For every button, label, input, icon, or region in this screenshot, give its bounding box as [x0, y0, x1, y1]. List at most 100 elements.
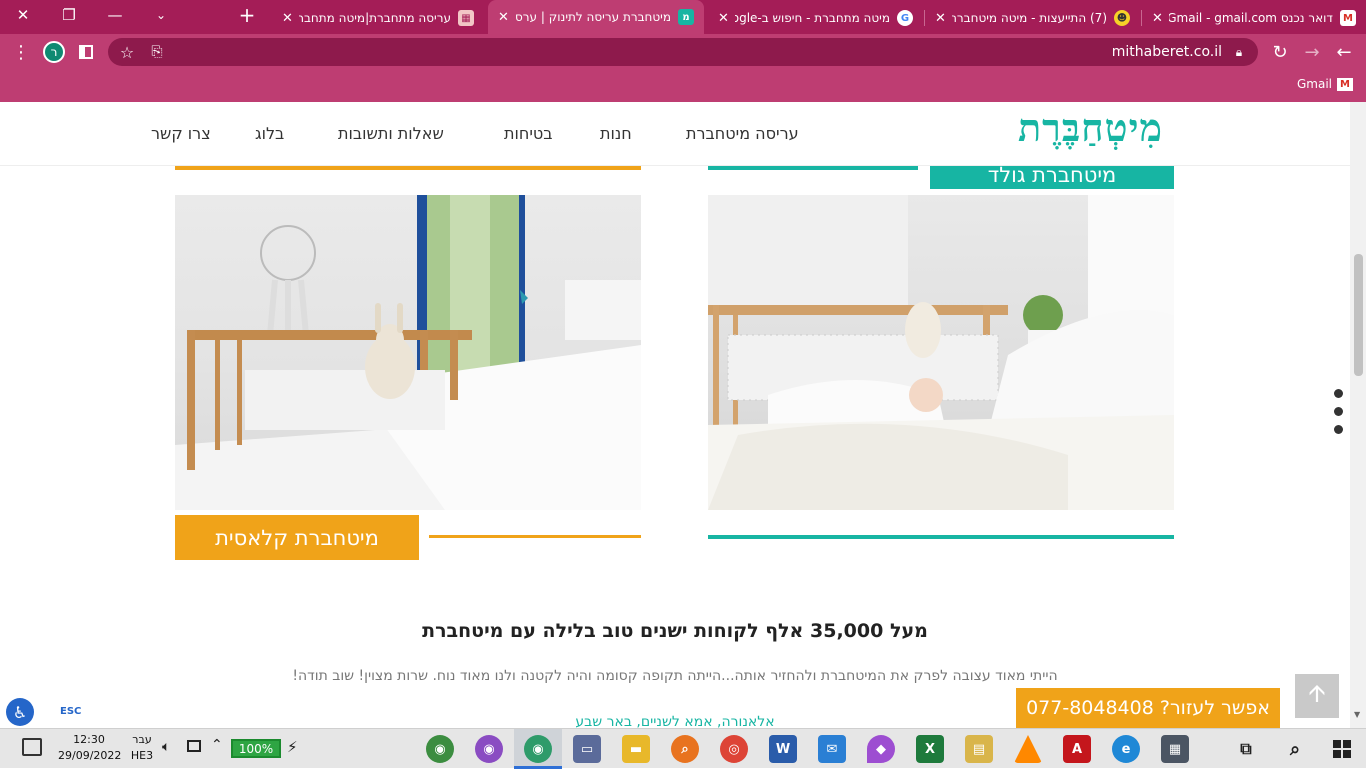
esc-label[interactable]: ESC — [60, 706, 81, 717]
lock-icon[interactable]: 🔒︎ — [1226, 39, 1252, 65]
chrome-profile-icon[interactable]: ◉ — [426, 735, 454, 763]
carousel-dot[interactable] — [1334, 407, 1343, 416]
edge-icon[interactable]: e — [1112, 735, 1140, 763]
close-tab-icon[interactable]: ✕ — [935, 11, 946, 26]
address-bar[interactable]: ☆ ⎘ mithaberet.co.il 🔒︎ — [108, 38, 1258, 66]
bookmark-gmail[interactable]: Gmail M — [1297, 77, 1354, 91]
hidden-icons-chevron-icon[interactable]: ⌃ — [211, 737, 223, 753]
page-scrollbar[interactable]: ▼ — [1350, 102, 1366, 728]
tab-crib-page[interactable]: ▦ עריסה מתחברת|מיטה מתחברת ✕ — [272, 2, 484, 34]
volume-icon[interactable]: 🔈︎ — [162, 739, 170, 755]
tab-gmail[interactable]: M דואר נכנס Gmail - gmail.com ✕ — [1142, 2, 1366, 34]
language-indicator[interactable]: עבר HE3 — [128, 732, 156, 764]
menu-kebab-icon[interactable]: ⋮ — [8, 39, 34, 65]
new-tab-button[interactable]: + — [224, 0, 270, 30]
browser-toolbar: ⋮ ר ☆ ⎘ mithaberet.co.il 🔒︎ ↻ → ← — [0, 34, 1366, 70]
product-badge-label: מיטחברת גולד — [987, 163, 1117, 187]
search-icon[interactable]: ⌕ — [1281, 735, 1309, 763]
battery-indicator[interactable]: 100% — [231, 739, 281, 758]
tab-title: מיטחברת עריסה לתינוק | ערסל — [514, 10, 671, 24]
tab-consultation[interactable]: ☻ (7) התייעצות - מיטה מיטחברת ✕ — [925, 2, 1140, 34]
task-view-icon[interactable]: ⧉ — [1232, 735, 1260, 763]
tab-strip: ✕ ❐ — ⌄ + M דואר נכנס Gmail - gmail.com … — [0, 0, 1366, 34]
chrome-profile-icon[interactable]: ◉ — [475, 735, 503, 763]
mitaberet-icon: מ — [678, 9, 694, 25]
language-code: HE3 — [130, 749, 154, 762]
accent-line — [429, 535, 641, 538]
carousel-dot[interactable] — [1334, 425, 1343, 434]
forward-arrow-icon[interactable]: → — [1299, 39, 1325, 65]
excel-icon[interactable]: X — [916, 735, 944, 763]
remote-desktop-icon[interactable]: ▭ — [573, 735, 601, 763]
close-window-button[interactable]: ✕ — [0, 0, 46, 30]
file-explorer-icon[interactable]: ▬ — [622, 735, 650, 763]
accessibility-icon[interactable]: ♿︎ — [6, 698, 34, 726]
url-text[interactable]: mithaberet.co.il — [1112, 44, 1222, 60]
taskbar-active-app[interactable]: ◉ — [514, 729, 562, 769]
nav-item-faq[interactable]: שאלות ותשובות — [338, 124, 444, 143]
chrome-icon[interactable]: ◎ — [720, 735, 748, 763]
site-logo[interactable]: מִיטְחַבֶּרֶת — [1018, 105, 1163, 151]
accent-line — [175, 166, 641, 170]
testimonials-headline: מעל 35,000 אלף לקוחות ישנים טוב בלילה עם… — [422, 620, 928, 642]
nav-item-safety[interactable]: בטיחות — [504, 124, 553, 143]
back-to-top-button[interactable]: 🡩 — [1295, 674, 1339, 718]
acrobat-icon[interactable]: A — [1063, 735, 1091, 763]
tab-title: (7) התייעצות - מיטה מיטחברת — [951, 11, 1107, 25]
tab-title: עריסה מתחברת|מיטה מתחברת — [298, 11, 451, 25]
minimize-window-button[interactable]: — — [92, 0, 138, 30]
web-page: מִיטְחַבֶּרֶת עריסה מיטחברת חנות בטיחות … — [0, 102, 1350, 728]
product-badge-classic[interactable]: מיטחברת קלאסית — [175, 515, 419, 560]
product-photo-classic[interactable] — [175, 195, 641, 510]
nav-item-shop[interactable]: חנות — [600, 124, 632, 143]
scrollbar-thumb[interactable] — [1354, 254, 1363, 376]
profile-initial: ר — [43, 41, 65, 63]
notepad-icon[interactable]: ▤ — [965, 735, 993, 763]
community-icon: ☻ — [1114, 10, 1130, 26]
word-icon[interactable]: W — [769, 735, 797, 763]
testimonial-text: הייתי מאוד עצובה לפרק את המיטחברת ולהחזי… — [292, 668, 1058, 684]
nav-item-crib[interactable]: עריסה מיטחברת — [686, 124, 799, 143]
side-panel-icon[interactable] — [73, 39, 99, 65]
restore-window-button[interactable]: ❐ — [46, 0, 92, 30]
share-icon[interactable]: ⎘ — [144, 39, 170, 65]
notifications-icon[interactable] — [22, 738, 42, 756]
windows-taskbar: 12:30 29/09/2022 עבר HE3 🔈︎ ⌃ 100% ⚡︎ ◉ … — [0, 728, 1366, 769]
product-photo-gold[interactable] — [708, 195, 1174, 510]
nav-item-blog[interactable]: בלוג — [255, 124, 284, 143]
close-tab-icon[interactable]: ✕ — [1152, 11, 1163, 26]
paint-drop-icon[interactable]: ◆ — [867, 735, 895, 763]
tab-title: דואר נכנס Gmail - gmail.com — [1168, 11, 1333, 25]
gmail-icon: M — [1340, 10, 1356, 26]
page-thumb-icon: ▦ — [458, 10, 474, 26]
close-tab-icon[interactable]: ✕ — [282, 11, 293, 26]
crib-illustration — [708, 195, 1174, 510]
windows-start-icon[interactable] — [1328, 735, 1356, 763]
star-bookmark-icon[interactable]: ☆ — [114, 39, 140, 65]
clock[interactable]: 12:30 29/09/2022 — [58, 732, 121, 764]
help-phone-banner[interactable]: אפשר לעזור? 077-8048408 — [1016, 688, 1280, 728]
nav-item-contact[interactable]: צרו קשר — [151, 124, 211, 143]
close-tab-icon[interactable]: ✕ — [498, 10, 509, 25]
profile-avatar[interactable]: ר — [41, 39, 67, 65]
calculator-icon[interactable]: ▦ — [1161, 735, 1189, 763]
close-tab-icon[interactable]: ✕ — [718, 11, 729, 26]
chrome-profile-icon: ◉ — [524, 735, 552, 763]
tab-search-chevron-icon[interactable]: ⌄ — [138, 0, 184, 30]
back-arrow-icon[interactable]: ← — [1331, 39, 1357, 65]
crib-illustration — [175, 195, 641, 510]
carousel-dot[interactable] — [1334, 389, 1343, 398]
tab-mitaberet-active[interactable]: מ מיטחברת עריסה לתינוק | ערסל ✕ — [488, 0, 704, 34]
accent-line — [708, 535, 1174, 539]
language-name: עבר — [132, 733, 152, 746]
product-badge-label: מיטחברת קלאסית — [215, 525, 379, 550]
search-app-icon[interactable]: ⌕ — [671, 735, 699, 763]
vlc-icon[interactable] — [1014, 735, 1042, 763]
tab-google-search[interactable]: G מיטה מתחברת - חיפוש ב-Google ✕ — [708, 2, 923, 34]
network-icon[interactable] — [187, 740, 201, 752]
mail-icon[interactable]: ✉ — [818, 735, 846, 763]
tab-divider — [1141, 10, 1142, 26]
scroll-down-icon[interactable]: ▼ — [1354, 710, 1360, 719]
accent-line — [708, 166, 918, 170]
reload-icon[interactable]: ↻ — [1267, 39, 1293, 65]
